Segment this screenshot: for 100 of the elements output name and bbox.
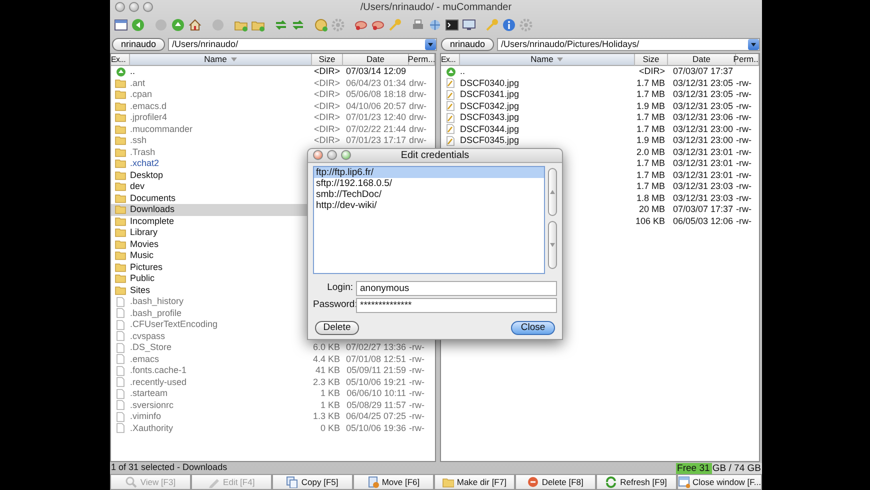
file-name[interactable]: DSCF0340.jpg [460,78,520,88]
credentials-list[interactable]: ftp://ftp.lip6.fr/ sftp://192.168.0.5/ smb://TechDoc/ http://dev-wiki/ [313,166,545,274]
dialog-button[interactable]: Delete [315,321,359,335]
dropdown-button[interactable] [424,38,436,50]
file-name[interactable]: DSCF0343.jpg [460,112,520,122]
folder-icon [115,159,126,168]
dialog-button[interactable]: Close [511,321,555,335]
function-key-button[interactable]: Copy [F5] [272,474,353,490]
file-date: 07/03/14 12:09 [346,66,406,76]
file-size: 41 KB [315,365,340,375]
column-header[interactable]: Ex... [441,54,460,66]
file-name[interactable]: .ssh [130,135,147,145]
file-name[interactable]: .cvspass [130,330,166,340]
monitor-icon[interactable] [462,18,476,32]
column-header[interactable]: Perm... [409,54,435,66]
dropdown-button[interactable] [748,38,759,50]
file-name[interactable]: .bash_history [130,296,184,306]
file-name[interactable]: .jprofiler4 [130,112,168,122]
file-size: 1.7 MB [636,158,665,168]
zoom-button[interactable] [341,150,351,160]
scroll-up-button[interactable] [548,168,557,216]
column-header[interactable]: Perm... [736,54,759,66]
file-name[interactable]: DSCF0345.jpg [460,135,520,145]
file-name[interactable]: .Xauthority [130,422,174,432]
file-name[interactable]: .mucommander [130,124,193,134]
close-button[interactable] [313,150,323,160]
folder-icon [115,286,126,295]
file-name[interactable]: .sversionrc [130,400,174,410]
file-permissions: drw- [409,135,426,145]
column-header[interactable]: Ex... [111,54,130,66]
file-name[interactable]: Sites [130,284,150,294]
file-name[interactable]: .Trash [130,146,156,156]
file-name[interactable]: Downloads [130,204,175,214]
file-name[interactable]: .cpan [130,89,152,99]
function-key-button[interactable]: Move [F6] [352,474,434,490]
column-header[interactable]: Name [130,54,312,66]
file-name[interactable]: Pictures [130,262,163,272]
list-item[interactable]: smb://TechDoc/ [314,189,544,200]
function-key-button[interactable]: Make dir [F7] [434,474,515,490]
file-name[interactable]: .CFUserTextEncoding [130,319,218,329]
file-name[interactable]: .. [130,66,136,76]
sort-arrow-icon [557,57,564,62]
file-name[interactable]: .xchat2 [130,158,160,168]
function-key-button[interactable]: Close window [F... [676,474,762,490]
file-date: 03/12/31 23:05 [672,100,733,110]
file-size: 2.0 MB [636,146,665,156]
column-header[interactable]: Name [460,54,635,66]
list-item[interactable]: http://dev-wiki/ [314,200,544,211]
gear-icon[interactable] [331,18,345,32]
file-name[interactable]: DSCF0341.jpg [460,89,520,99]
path-field[interactable]: /Users/nrinaudo/ [168,38,437,50]
column-header[interactable]: Size [635,54,668,66]
file-name[interactable]: .emacs [130,354,160,364]
file-permissions: drw- [409,89,426,99]
window-icon[interactable] [114,18,128,32]
function-key-button[interactable]: Refresh [F9] [596,474,676,490]
home-icon[interactable] [188,18,202,32]
file-name[interactable]: .. [460,66,466,76]
column-header[interactable]: Size [312,54,343,66]
file-name[interactable]: Desktop [130,170,164,180]
file-name[interactable]: .DS_Store [130,342,172,352]
file-name[interactable]: Public [130,273,155,283]
file-name[interactable]: .viminfo [130,411,162,421]
file-permissions: -rw- [409,376,424,386]
file-icon [116,423,125,434]
file-name[interactable]: Incomplete [130,216,174,226]
minimize-button[interactable] [327,150,337,160]
file-name[interactable]: .bash_profile [130,308,182,318]
file-name[interactable]: Library [130,227,158,237]
input-field[interactable]: anonymous [356,281,557,296]
volume-button[interactable]: nrinaudo [112,38,166,50]
file-name[interactable]: Music [130,250,154,260]
printer-icon[interactable] [411,18,425,32]
scroll-down-button[interactable] [548,221,557,269]
file-name[interactable]: DSCF0342.jpg [460,100,520,110]
path-field[interactable]: /Users/nrinaudo/Pictures/Holidays/ [497,38,760,50]
file-size: <DIR> [314,78,340,88]
swap-arrows-icon[interactable] [291,18,305,32]
info-icon[interactable] [502,18,516,32]
input-field[interactable]: ************** [356,298,557,313]
column-header[interactable]: Date [343,54,409,66]
free-space-meter: Free 31 GB / 74 GB [676,462,762,474]
file-name[interactable]: .ant [130,78,146,88]
file-name[interactable]: .fonts.cache-1 [130,365,187,375]
file-name[interactable]: Documents [130,192,176,202]
list-item[interactable]: ftp://ftp.lip6.fr/ [314,167,544,178]
volume-button[interactable]: nrinaudo [440,38,494,50]
list-item[interactable]: sftp://192.168.0.5/ [314,178,544,189]
folder-icon [442,476,454,488]
terminal-icon[interactable] [445,18,459,32]
file-name[interactable]: DSCF0344.jpg [460,124,520,134]
file-size: <DIR> [314,66,340,76]
swap-arrows-icon[interactable] [274,18,288,32]
file-name[interactable]: dev [130,181,145,191]
file-name[interactable]: .recently-used [130,376,187,386]
file-name[interactable]: Movies [130,238,159,248]
file-name[interactable]: .emacs.d [130,100,167,110]
file-size: 1.9 MB [636,135,665,145]
function-key-button[interactable]: Delete [F8] [514,474,596,490]
file-name[interactable]: .starteam [130,388,168,398]
